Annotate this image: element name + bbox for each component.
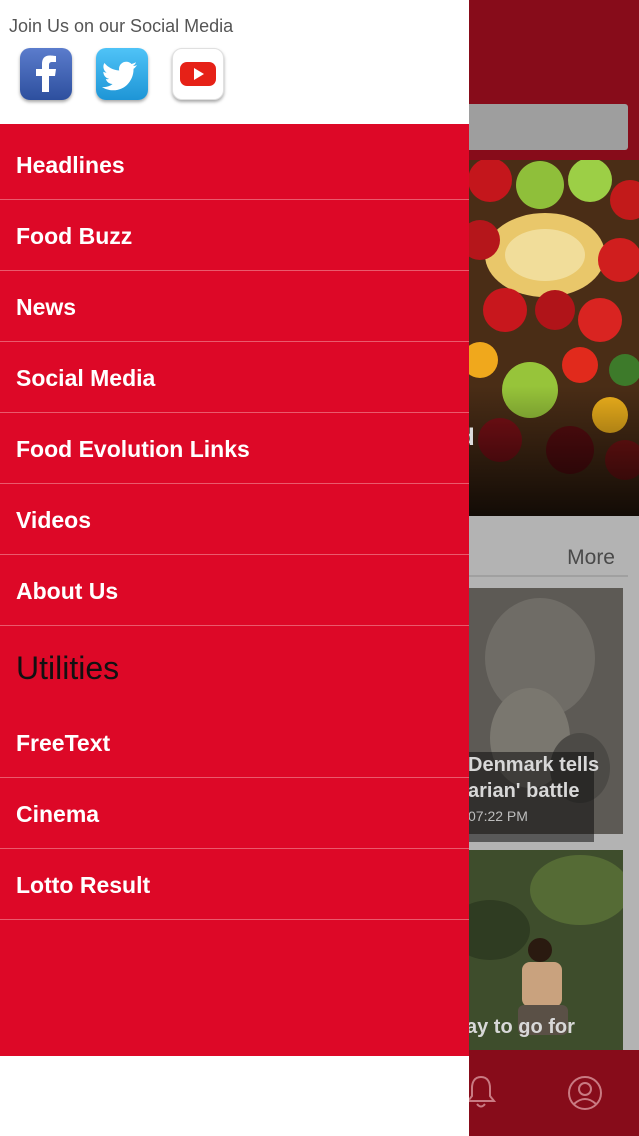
menu-item-freetext[interactable]: FreeText [0, 708, 469, 778]
facebook-icon[interactable] [20, 48, 72, 100]
user-profile-icon[interactable] [566, 1074, 604, 1112]
menu-item-lotto-result[interactable]: Lotto Result [0, 850, 469, 920]
utilities-heading: Utilities [16, 650, 120, 686]
menu-item-about-us[interactable]: About Us [0, 556, 469, 626]
menu-item-label: Social Media [16, 365, 156, 391]
menu-item-label: Lotto Result [16, 872, 151, 898]
news-card-1-caption: Denmark tells arian' battle 07:22 PM [460, 752, 599, 842]
menu-item-news[interactable]: News [0, 272, 469, 342]
news-card-2-caption: ay to go for [466, 1016, 575, 1038]
menu-item-label: Cinema [16, 801, 100, 827]
menu-item-label: About Us [16, 578, 119, 604]
twitter-icon[interactable] [96, 48, 148, 100]
menu-item-label: FreeText [16, 730, 111, 756]
menu-item-cinema[interactable]: Cinema [0, 779, 469, 849]
menu-item-label: Videos [16, 507, 91, 533]
news-card-1-line2: arian' battle [468, 780, 580, 802]
section-divider [460, 575, 628, 577]
hero-gradient [460, 386, 639, 516]
drawer-footer [0, 1056, 469, 1136]
bell-icon[interactable] [466, 1074, 496, 1110]
menu-item-label: Headlines [16, 152, 125, 178]
news-card-1-time: 07:22 PM [468, 808, 528, 824]
youtube-icon[interactable] [172, 48, 224, 100]
drawer-menu: Headlines Food Buzz News Social Media Fo… [0, 124, 469, 1056]
menu-item-food-buzz[interactable]: Food Buzz [0, 201, 469, 271]
social-header: Join Us on our Social Media [0, 0, 469, 124]
menu-item-label: Food Buzz [16, 223, 133, 249]
screen: d More Denmark tells arian' battle 07:22… [0, 0, 639, 1136]
more-link[interactable]: More [567, 546, 615, 570]
hero-image[interactable] [460, 160, 639, 516]
navigation-drawer: Join Us on our Social Media Headlines Fo… [0, 0, 469, 1136]
menu-item-food-evolution-links[interactable]: Food Evolution Links [0, 414, 469, 484]
menu-item-label: Food Evolution Links [16, 436, 250, 462]
menu-item-label: News [16, 294, 77, 320]
news-card-1-line1: Denmark tells [468, 754, 600, 776]
social-title: Join Us on our Social Media [9, 16, 234, 36]
menu-item-headlines[interactable]: Headlines [0, 130, 469, 200]
menu-item-videos[interactable]: Videos [0, 485, 469, 555]
menu-item-social-media[interactable]: Social Media [0, 343, 469, 413]
